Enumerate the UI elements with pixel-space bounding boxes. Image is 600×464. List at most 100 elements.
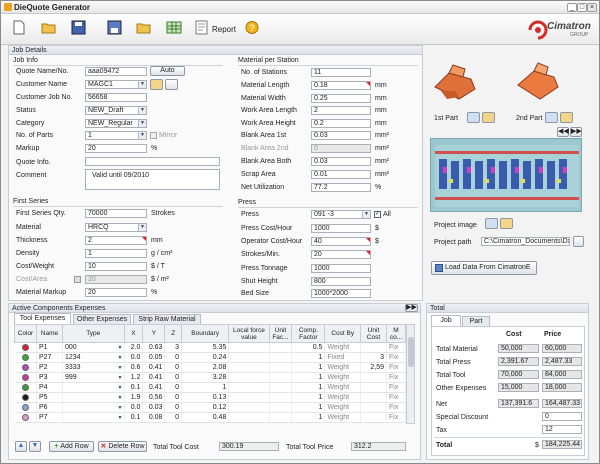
cell-z[interactable]: 0: [164, 412, 183, 423]
open-folder-icon[interactable]: [41, 20, 57, 35]
cell-boundary[interactable]: 5.35: [181, 342, 230, 353]
material-select[interactable]: HRCQ ▼: [85, 223, 147, 232]
cell-x[interactable]: 2.0: [124, 342, 144, 353]
press-cost-hour-input[interactable]: 1000: [311, 224, 371, 233]
stations-input[interactable]: 11: [311, 68, 371, 77]
press-tonnage-input[interactable]: 1000: [311, 264, 371, 273]
color-cell[interactable]: [14, 372, 37, 383]
cell-z[interactable]: 0: [164, 402, 183, 413]
column-header[interactable]: Name: [35, 324, 63, 343]
markup-input[interactable]: 20: [85, 144, 147, 153]
operator-cost-hour-input[interactable]: 40: [311, 237, 371, 246]
table-row[interactable]: P7 ▼ 0.1 0.08 0 0.48 1 Weight Fix: [14, 412, 407, 423]
first-part-camera-icon[interactable]: [467, 112, 480, 123]
cell-y[interactable]: 0.41: [142, 372, 166, 383]
cell-type[interactable]: ▼: [62, 392, 125, 403]
customer-job-input[interactable]: 56658: [85, 93, 147, 102]
column-header[interactable]: Z: [164, 324, 183, 343]
cell-unit-cost[interactable]: 3: [360, 352, 387, 363]
project-folder-icon[interactable]: [500, 218, 513, 229]
cell-type[interactable]: 1234 ▼: [62, 352, 125, 363]
project-camera-icon[interactable]: [485, 218, 498, 229]
cell-unit-cost[interactable]: [360, 412, 387, 423]
density-input[interactable]: 1: [85, 249, 147, 258]
quote-info-input[interactable]: [85, 157, 220, 166]
first-series-qty-input[interactable]: 70000: [85, 209, 147, 218]
quote-name-input[interactable]: aaa09472: [85, 67, 147, 76]
cell-unit-cost[interactable]: 2,59: [360, 362, 387, 373]
cell-unit-fac[interactable]: [269, 362, 293, 373]
color-cell[interactable]: [14, 402, 37, 413]
cell-y[interactable]: 0.63: [142, 342, 166, 353]
color-cell[interactable]: [14, 362, 37, 373]
prev-arrow-button[interactable]: ◀◀: [557, 127, 569, 137]
shut-height-input[interactable]: 800: [311, 277, 371, 286]
cell-type[interactable]: ▼: [62, 402, 125, 413]
cell-cost-by[interactable]: Weight: [324, 342, 361, 353]
cell-boundary[interactable]: 0.48: [181, 412, 230, 423]
cell-cost-by[interactable]: Fixed: [324, 352, 361, 363]
cell-comp[interactable]: 1: [291, 402, 326, 413]
color-cell[interactable]: [14, 352, 37, 363]
cell-unit-cost[interactable]: [360, 372, 387, 383]
cell-m[interactable]: Fix: [386, 342, 407, 353]
project-path-browse-icon[interactable]: [573, 236, 584, 247]
cell-type[interactable]: ▼: [62, 412, 125, 423]
table-row[interactable]: P6 ▼ 0.0 0.03 0 0.12 1 Weight Fix: [14, 402, 407, 413]
cell-m[interactable]: Fix: [386, 382, 407, 393]
cell-x[interactable]: 1.9: [124, 392, 144, 403]
cell-unit-fac[interactable]: [269, 402, 293, 413]
first-part-folder-icon[interactable]: [482, 112, 495, 123]
all-checkbox[interactable]: ✓: [374, 211, 381, 218]
cell-unit-fac[interactable]: [269, 352, 293, 363]
cell-y[interactable]: 0.41: [142, 382, 166, 393]
cell-name[interactable]: P7: [36, 412, 63, 423]
cell-unit-fac[interactable]: [269, 342, 293, 353]
table-row[interactable]: P5 ▼ 1.9 0.56 0 0.13 1 Weight Fix: [14, 392, 407, 403]
cell-force[interactable]: [228, 412, 270, 423]
add-row-button[interactable]: + Add Row: [49, 441, 94, 452]
cell-boundary[interactable]: 0.24: [181, 352, 230, 363]
cell-type[interactable]: 999 ▼: [62, 372, 125, 383]
color-cell[interactable]: [14, 412, 37, 423]
cell-comp[interactable]: 1: [291, 382, 326, 393]
cell-y[interactable]: 0.03: [142, 402, 166, 413]
help-icon[interactable]: ?: [244, 20, 260, 35]
cell-m[interactable]: Fix: [386, 412, 407, 423]
mirror-checkbox[interactable]: [150, 132, 157, 139]
cell-type[interactable]: ▼: [62, 382, 125, 393]
status-select[interactable]: NEW_Draft ▼: [85, 106, 147, 115]
cell-name[interactable]: P6: [36, 402, 63, 413]
delete-row-button[interactable]: ✕ Delete Row: [98, 441, 147, 452]
column-header[interactable]: M co...: [385, 324, 407, 343]
thickness-input[interactable]: 2: [85, 236, 147, 245]
blank-area-2nd-input[interactable]: 0: [311, 144, 371, 153]
cell-x[interactable]: 0.0: [124, 352, 144, 363]
tab-other-expenses[interactable]: Other Expenses: [73, 314, 131, 324]
cell-name[interactable]: P4: [36, 382, 63, 393]
work-area-length-input[interactable]: 2: [311, 106, 371, 115]
cost-weight-input[interactable]: 10: [85, 262, 147, 271]
column-header[interactable]: Type: [61, 324, 125, 343]
cell-boundary[interactable]: 0.12: [181, 402, 230, 413]
column-header[interactable]: Comp. Factor: [291, 324, 326, 343]
cost-area-input[interactable]: 20: [85, 275, 147, 284]
column-header[interactable]: Y: [142, 324, 166, 343]
cell-name[interactable]: P27: [36, 352, 63, 363]
comment-textarea[interactable]: Valid until 09/2010: [85, 169, 220, 190]
minimize-button[interactable]: _: [567, 3, 577, 12]
cell-cost-by[interactable]: Weight: [324, 402, 361, 413]
customer-edit-icon[interactable]: [165, 79, 178, 90]
cell-unit-fac[interactable]: [269, 382, 293, 393]
cell-unit-cost[interactable]: [360, 382, 387, 393]
column-header[interactable]: Unit Cost: [359, 324, 387, 343]
color-cell[interactable]: [14, 392, 37, 403]
cell-y[interactable]: 0.05: [142, 352, 166, 363]
cell-x[interactable]: 0.6: [124, 362, 144, 373]
blank-area-both-input[interactable]: 0.03: [311, 157, 371, 166]
cell-x[interactable]: 1.2: [124, 372, 144, 383]
cell-name[interactable]: P2: [36, 362, 63, 373]
cell-comp[interactable]: 0.5: [291, 342, 326, 353]
column-header[interactable]: Local force value: [228, 324, 270, 343]
cell-unit-fac[interactable]: [269, 392, 293, 403]
